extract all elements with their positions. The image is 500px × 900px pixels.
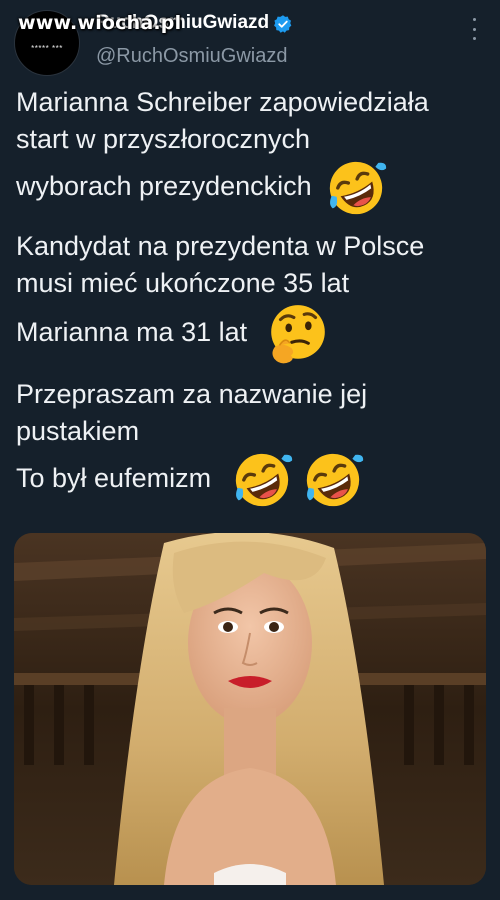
tweet-line: wyborach prezydenckich <box>16 171 312 202</box>
tweet-line: Przepraszam za nazwanie jej <box>16 379 368 409</box>
thinking-face-emoji-icon <box>265 301 331 367</box>
tweet-line: musi mieć ukończone 35 lat <box>16 267 350 298</box>
tweet-line: Marianna Schreiber zapowiedziała <box>16 87 429 117</box>
tweet-paragraph-3: Przepraszam za nazwanie jej pustakiem To… <box>16 376 486 511</box>
tweet-line: Marianna ma 31 lat <box>16 317 248 348</box>
tweet-text: Marianna Schreiber zapowiedziała start w… <box>16 84 486 520</box>
tweet-paragraph-2: Kandydat na prezydenta w Polsce musi mie… <box>16 228 486 367</box>
rofl-emoji-icon <box>325 157 387 219</box>
handle[interactable]: @RuchOsmiuGwiazd <box>96 45 287 68</box>
rofl-emoji-icon <box>302 449 364 511</box>
tweet-line: Kandydat na prezydenta w Polsce <box>16 231 425 261</box>
tweet-line: pustakiem <box>16 415 140 446</box>
verified-badge-icon <box>273 14 293 34</box>
tweet-line: start w przyszłorocznych <box>16 123 311 154</box>
tweet-photo[interactable] <box>14 533 486 885</box>
avatar-stars: ***** *** <box>31 43 63 53</box>
rofl-emoji-icon <box>231 449 293 511</box>
tweet-line: To był eufemizm <box>16 463 212 494</box>
tweet-paragraph-1: Marianna Schreiber zapowiedziała start w… <box>16 84 486 219</box>
more-options-icon[interactable] <box>466 18 482 40</box>
emoji-group <box>219 449 365 511</box>
watermark: www.wiocha.pl <box>18 12 182 34</box>
